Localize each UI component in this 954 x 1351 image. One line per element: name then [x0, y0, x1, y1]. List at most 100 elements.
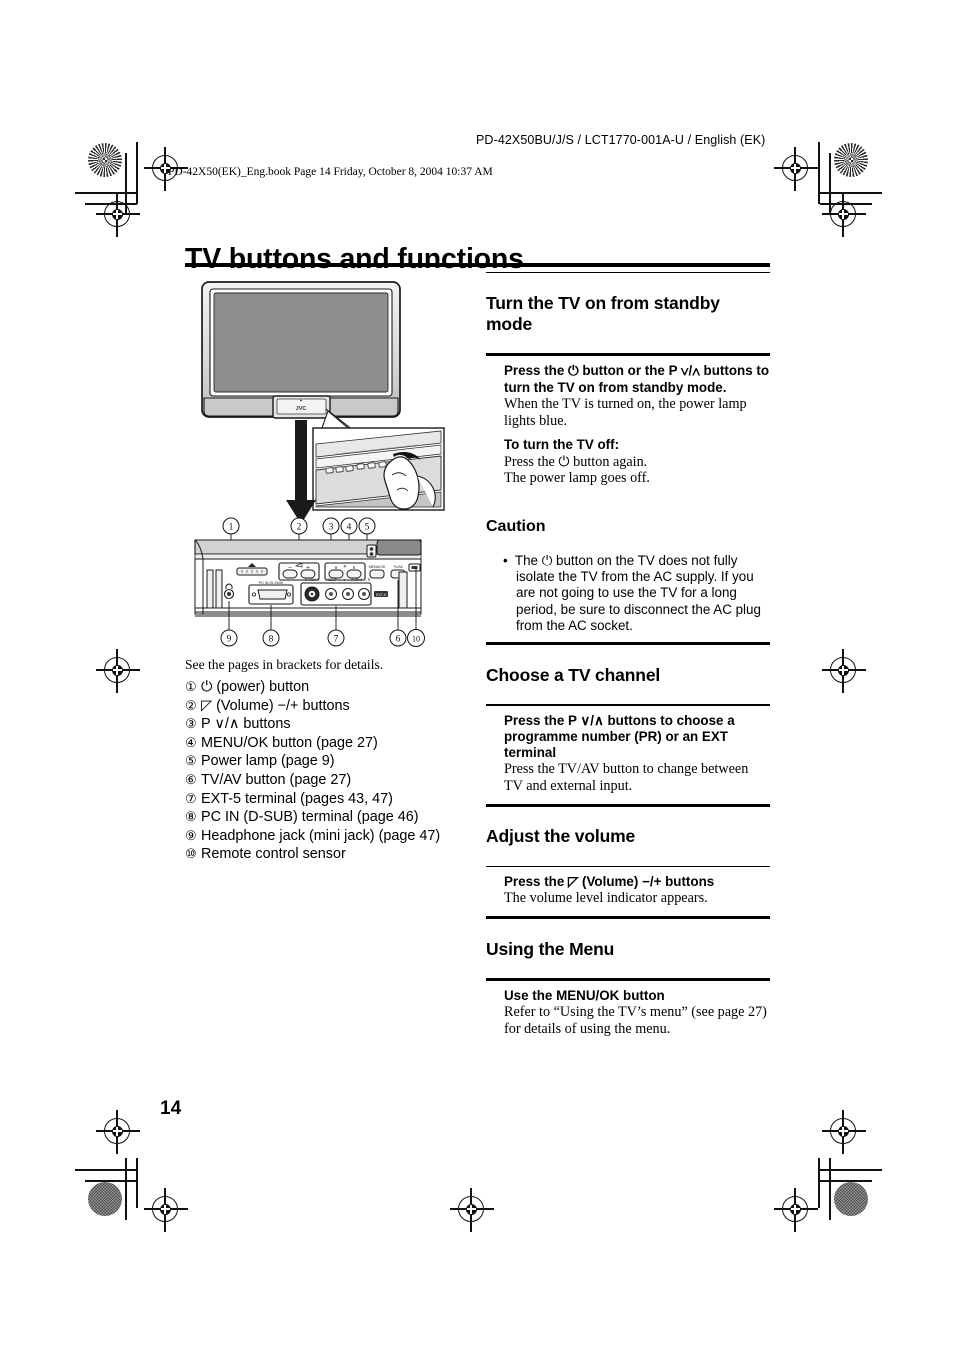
bullet-marker: •	[503, 552, 508, 568]
crop-mark	[818, 142, 820, 204]
svg-text:3: 3	[329, 523, 334, 533]
instruction-plain: Press the TV/AV button to change between…	[504, 761, 749, 795]
registration-target-top-right-outer	[822, 193, 866, 237]
callout-8: 8	[262, 629, 280, 647]
legend-label: P ∨/∧ buttons	[201, 716, 291, 733]
legend-number: ⑩	[185, 846, 197, 862]
svg-text:8: 8	[269, 635, 274, 645]
page-number: 14	[160, 1098, 182, 1119]
svg-text:PC IN (D-SUB): PC IN (D-SUB)	[259, 581, 283, 585]
halftone-dot-top-left	[88, 143, 122, 177]
list-item: ⑧ PC IN (D-SUB) terminal (page 46)	[185, 808, 485, 827]
section-using-menu: Using the Menu Use the MENU/OK button Re…	[486, 915, 770, 1047]
crop-mark	[818, 1158, 820, 1208]
section-rule-top	[486, 915, 770, 919]
callout-3: 3	[322, 517, 340, 535]
document-code-header: PD-42X50BU/J/S / LCT1770-001A-U / Englis…	[476, 133, 766, 147]
legend-label: PC IN (D-SUB) terminal (page 46)	[201, 809, 419, 826]
svg-text:5: 5	[365, 523, 370, 533]
callout-2: 2	[290, 517, 308, 535]
svg-text:4: 4	[347, 523, 352, 533]
svg-text:P: P	[343, 564, 346, 569]
list-item: ⑤ Power lamp (page 9)	[185, 752, 485, 771]
callout-numbers-bottom: 9 8 7 6 10	[220, 629, 425, 647]
registration-target-bottom-center	[450, 1188, 494, 1232]
down-arrow-indicator	[286, 420, 316, 524]
list-item: ⑩ Remote control sensor	[185, 845, 485, 864]
legend-label: Headphone jack (mini jack) (page 47)	[201, 827, 441, 844]
legend-label: Remote control sensor	[201, 846, 346, 863]
panel-item-5-power-lamp	[366, 544, 377, 558]
halftone-dot-top-right	[834, 143, 868, 177]
panel-item-10-remote-sensor	[408, 563, 421, 572]
legend-number: ③	[185, 716, 197, 732]
svg-text:−: −	[288, 565, 293, 571]
instruction-bold: Use the MENU/OK button	[504, 988, 665, 1004]
legend-label: ⏻ (power) button	[201, 679, 310, 695]
legend-label: Power lamp (page 9)	[201, 753, 335, 770]
crop-mark	[75, 1169, 137, 1171]
legend-number: ⑨	[185, 827, 197, 843]
instruction-plain: When the TV is turned on, the power lamp…	[504, 396, 747, 429]
registration-target-mid-left	[96, 649, 140, 693]
legend-label: MENU/OK button (page 27)	[201, 734, 378, 751]
instruction-plain: Press the ⏻ button again.	[504, 453, 648, 470]
section-body-menu: Use the MENU/OK button Refer to “Using t…	[486, 981, 770, 1046]
figure-caption-lead: See the pages in brackets for details.	[185, 657, 384, 672]
callout-6: 6	[389, 629, 407, 647]
crop-mark	[820, 1180, 872, 1182]
instruction-bold: To turn the TV off:	[504, 437, 620, 453]
callout-9: 9	[220, 629, 238, 647]
registration-target-top-left	[96, 193, 140, 237]
list-item: ③P ∨/∧ buttons	[185, 715, 485, 734]
section-body-channel: Press the P ∨/∧ buttons to choose a prog…	[486, 706, 770, 804]
section-heading-menu: Using the Menu	[486, 938, 615, 959]
section-body-standby: Press the ⏻ button or the P ∨/∧ buttons …	[486, 356, 770, 495]
list-item: ⑦ EXT-5 terminal (pages 43, 47)	[185, 790, 485, 809]
crop-mark	[125, 1158, 127, 1220]
callout-1: 1	[222, 517, 240, 535]
section-body-volume: Press the ◸ (Volume) −/+ buttons The vol…	[486, 867, 770, 916]
instructions-column: Turn the TV on from standby mode Press t…	[486, 272, 770, 1047]
section-heading-channel: Choose a TV channel	[486, 664, 661, 685]
registration-target-bottom-right	[774, 1188, 818, 1232]
crop-mark	[85, 1180, 137, 1182]
registration-target-lower-right	[822, 1110, 866, 1154]
registration-target-top-right	[774, 147, 818, 191]
list-item: ⑨ Headphone jack (mini jack) (page 47)	[185, 827, 485, 846]
jvc-brand-logo: JVC	[296, 406, 307, 412]
instruction-bold: Press the P ∨/∧ buttons to choose a prog…	[504, 712, 735, 761]
tv-illustration: JVC 1 2 3 4 5 − + ∨ ∧ P MENU/OK TV/AV PC…	[185, 278, 470, 658]
halftone-dot-bottom-right	[834, 1182, 868, 1216]
list-item: ① ⏻ (power) button	[185, 678, 485, 697]
section-rule-top	[486, 642, 770, 646]
crop-mark	[75, 192, 137, 194]
svg-text:10: 10	[412, 635, 420, 644]
legend-number: ⑧	[185, 809, 197, 825]
title-divider	[185, 263, 770, 267]
legend-number: ⑤	[185, 753, 197, 769]
legend-number: ④	[185, 734, 197, 750]
registration-target-bottom-left	[144, 1188, 188, 1232]
instruction-bold: Press the ◸ (Volume) −/+ buttons	[504, 874, 715, 890]
svg-text:+: +	[306, 565, 311, 571]
crop-mark	[820, 1169, 882, 1171]
svg-text:S-VIDEO: S-VIDEO	[305, 578, 320, 582]
figure-column: JVC 1 2 3 4 5 − + ∨ ∧ P MENU/OK TV/AV PC…	[185, 278, 470, 658]
crop-mark	[829, 1158, 831, 1220]
svg-text:∧: ∧	[352, 565, 356, 571]
legend-label: ◸ (Volume) −/+ buttons	[201, 697, 350, 714]
panel-item-8-pc-in-dsub: PC IN (D-SUB)	[248, 581, 294, 605]
instruction-plain: Refer to “Using the TV’s menu” (see page…	[504, 1004, 767, 1037]
callout-numbers-top: 1 2 3 4 5	[222, 517, 376, 535]
control-panel-detail-callout	[312, 427, 445, 511]
instruction-plain: The volume level indicator appears.	[504, 890, 708, 907]
section-turn-on-standby: Turn the TV on from standby mode Press t…	[486, 272, 770, 642]
registration-target-lower-left	[96, 1110, 140, 1154]
svg-text:VIDEO: VIDEO	[325, 578, 336, 582]
source-file-line: PD-42X50(EK)_Eng.book Page 14 Friday, Oc…	[168, 166, 493, 178]
section-rule-top	[486, 803, 770, 807]
panel-item-4-menu-ok-button: MENU/OK	[369, 565, 386, 579]
registration-target-mid-right	[822, 649, 866, 693]
crop-mark	[820, 192, 882, 194]
